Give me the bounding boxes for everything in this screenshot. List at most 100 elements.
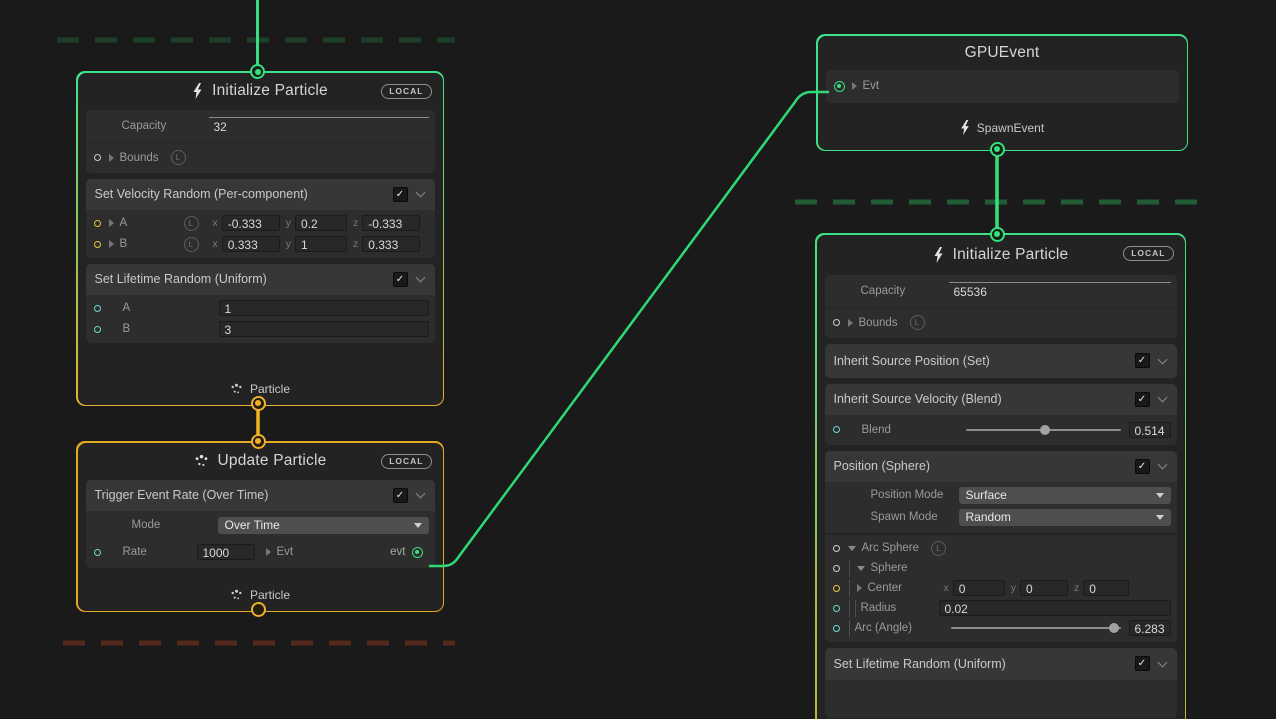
- rate-port[interactable]: [94, 549, 101, 556]
- block-set-lifetime-random[interactable]: Set Lifetime Random (Uniform) ✓: [825, 648, 1177, 718]
- radius-row: Radius 0.02: [831, 599, 1171, 618]
- expand-down-icon[interactable]: [848, 546, 856, 551]
- expand-right-icon[interactable]: [266, 548, 271, 556]
- block-set-velocity-random[interactable]: Set Velocity Random (Per-component) ✓ A …: [86, 179, 435, 258]
- block-enabled-checkbox[interactable]: ✓: [393, 272, 408, 287]
- node-initialize-particle-right[interactable]: Initialize Particle LOCAL Capacity 65536…: [815, 233, 1186, 719]
- node-title-bar[interactable]: GPUEvent: [818, 36, 1187, 70]
- expand-right-icon[interactable]: [848, 319, 853, 327]
- port-b[interactable]: [94, 241, 101, 248]
- radius-port[interactable]: [833, 605, 840, 612]
- lifetime-row-a: A 1: [92, 299, 429, 318]
- slider-knob[interactable]: [1109, 623, 1119, 633]
- radius-field[interactable]: 0.02: [939, 600, 1171, 616]
- update-input-port[interactable]: [251, 434, 266, 449]
- arc-angle-field[interactable]: 6.283: [1129, 620, 1171, 636]
- blend-field[interactable]: 0.514: [1129, 422, 1171, 438]
- local-badge: LOCAL: [1123, 246, 1173, 261]
- expand-right-icon[interactable]: [857, 584, 862, 592]
- block-trigger-event-rate[interactable]: Trigger Event Rate (Over Time) ✓ Mode Ov…: [86, 480, 435, 568]
- sphere-port[interactable]: [833, 565, 840, 572]
- chevron-down-icon[interactable]: [415, 489, 425, 499]
- slider-knob[interactable]: [1040, 425, 1050, 435]
- expand-right-icon[interactable]: [109, 240, 114, 248]
- block-enabled-checkbox[interactable]: ✓: [1135, 656, 1150, 671]
- spawnevent-link-label: SpawnEvent: [818, 116, 1187, 140]
- center-port[interactable]: [833, 585, 840, 592]
- block-position-sphere[interactable]: Position (Sphere) ✓ Position Mode Surfac…: [825, 451, 1177, 642]
- expand-down-icon[interactable]: [857, 566, 865, 571]
- chevron-down-icon[interactable]: [1157, 354, 1167, 364]
- block-enabled-checkbox[interactable]: ✓: [1135, 459, 1150, 474]
- a-x-field[interactable]: -0.333: [222, 215, 280, 231]
- a-z-field[interactable]: -0.333: [362, 215, 420, 231]
- expand-right-icon[interactable]: [109, 219, 114, 227]
- particle-icon: [230, 383, 243, 395]
- b-x-field[interactable]: 0.333: [222, 236, 280, 252]
- block-enabled-checkbox[interactable]: ✓: [393, 187, 408, 202]
- port-a[interactable]: [94, 305, 101, 312]
- axis-y-label: y: [286, 217, 291, 229]
- rate-field[interactable]: 1000: [197, 544, 255, 560]
- gpuevent-output-port[interactable]: [990, 142, 1005, 157]
- arc-angle-slider[interactable]: [951, 620, 1121, 636]
- chevron-down-icon[interactable]: [1157, 393, 1167, 403]
- local-space-icon[interactable]: L: [184, 216, 199, 231]
- block-enabled-checkbox[interactable]: ✓: [393, 488, 408, 503]
- block-set-lifetime-random[interactable]: Set Lifetime Random (Uniform) ✓ A 1 B 3: [86, 264, 435, 343]
- mode-value: Over Time: [225, 518, 414, 532]
- block-enabled-checkbox[interactable]: ✓: [1135, 353, 1150, 368]
- local-space-icon[interactable]: L: [184, 237, 199, 252]
- vfx-graph-canvas[interactable]: Initialize Particle LOCAL Capacity 32 Bo…: [0, 0, 1276, 719]
- position-mode-dropdown[interactable]: Surface: [959, 487, 1171, 504]
- b-z-field[interactable]: 0.333: [362, 236, 420, 252]
- a-field[interactable]: 1: [219, 300, 429, 316]
- dropdown-caret-icon: [1156, 493, 1164, 498]
- edge-evt-to-gpuevent[interactable]: [429, 92, 829, 566]
- center-y-field[interactable]: 0: [1020, 580, 1068, 596]
- block-inherit-source-velocity[interactable]: Inherit Source Velocity (Blend) ✓ Blend …: [825, 384, 1177, 445]
- init-right-input-port[interactable]: [990, 227, 1005, 242]
- local-space-icon[interactable]: L: [171, 150, 186, 165]
- b-field[interactable]: 3: [219, 321, 429, 337]
- local-space-icon[interactable]: L: [910, 315, 925, 330]
- port-a[interactable]: [94, 220, 101, 227]
- velocity-row-a: A L x -0.333 y 0.2 z -0.333: [92, 214, 429, 233]
- center-z-field[interactable]: 0: [1083, 580, 1129, 596]
- evt-slot-label: Evt: [277, 546, 294, 558]
- arc-sphere-port[interactable]: [833, 545, 840, 552]
- init-left-input-port[interactable]: [250, 64, 265, 79]
- block-inherit-source-position[interactable]: Inherit Source Position (Set) ✓: [825, 344, 1177, 378]
- chevron-down-icon[interactable]: [415, 273, 425, 283]
- evt-input-port[interactable]: [834, 81, 845, 92]
- capacity-label: Capacity: [122, 120, 167, 132]
- node-initialize-particle-left[interactable]: Initialize Particle LOCAL Capacity 32 Bo…: [76, 71, 444, 406]
- node-gpuevent[interactable]: GPUEvent Evt SpawnEvent: [816, 34, 1188, 151]
- port-b[interactable]: [94, 326, 101, 333]
- mode-dropdown[interactable]: Over Time: [218, 517, 429, 534]
- chevron-down-icon[interactable]: [415, 188, 425, 198]
- arc-angle-port[interactable]: [833, 625, 840, 632]
- expand-right-icon[interactable]: [109, 154, 114, 162]
- b-y-field[interactable]: 1: [295, 236, 347, 252]
- local-space-icon[interactable]: L: [931, 541, 946, 556]
- bounds-port[interactable]: [94, 154, 101, 161]
- expand-right-icon[interactable]: [852, 82, 857, 90]
- capacity-field[interactable]: 65536: [949, 282, 1171, 300]
- capacity-row: Capacity 65536: [825, 275, 1177, 307]
- chevron-down-icon[interactable]: [1157, 657, 1167, 667]
- evt-output-port[interactable]: [412, 547, 423, 558]
- node-update-particle[interactable]: Update Particle LOCAL Trigger Event Rate…: [76, 441, 444, 612]
- chevron-down-icon[interactable]: [1157, 460, 1167, 470]
- init-left-output-port[interactable]: [251, 396, 266, 411]
- block-title: Position (Sphere): [834, 459, 931, 473]
- block-enabled-checkbox[interactable]: ✓: [1135, 392, 1150, 407]
- a-y-field[interactable]: 0.2: [295, 215, 347, 231]
- blend-slider[interactable]: [966, 422, 1121, 438]
- blend-port[interactable]: [833, 426, 840, 433]
- capacity-field[interactable]: 32: [209, 117, 429, 135]
- spawn-mode-dropdown[interactable]: Random: [959, 509, 1171, 526]
- bounds-port[interactable]: [833, 319, 840, 326]
- center-x-field[interactable]: 0: [953, 580, 1005, 596]
- update-output-port[interactable]: [251, 602, 266, 617]
